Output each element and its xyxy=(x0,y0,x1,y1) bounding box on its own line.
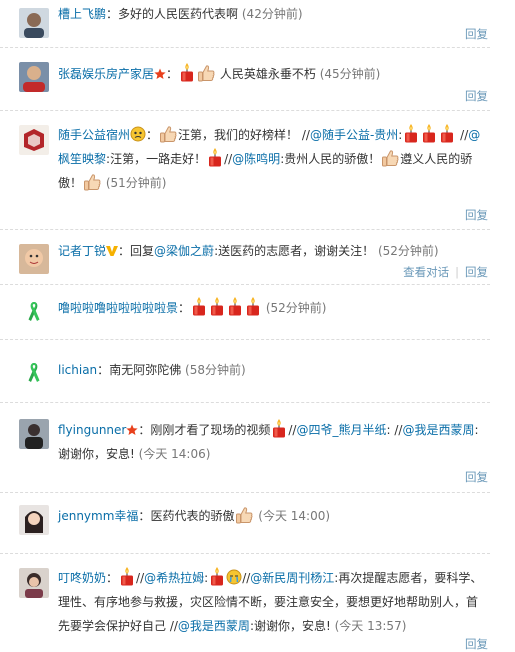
comment-text: 贵州人民的骄傲！ xyxy=(284,152,381,166)
user-avatar[interactable] xyxy=(19,568,49,598)
reply-button[interactable]: 回复 xyxy=(465,88,488,104)
comment-text: 多好的人民医药代表啊 xyxy=(118,7,239,21)
comment-item: 噜啦啦噜啦啦啦啦啦景： (52分钟前) xyxy=(0,285,490,340)
comment-time: (今天 13:57) xyxy=(334,619,407,633)
comment-text: 再次提醒志愿者，要科 xyxy=(338,571,459,585)
reply-button[interactable]: 回复 xyxy=(465,207,488,223)
star-badge-icon xyxy=(154,68,166,80)
user-avatar[interactable] xyxy=(19,125,49,155)
mention-link[interactable]: @希热拉姆 xyxy=(144,571,204,585)
thumbs-up-icon xyxy=(235,506,253,524)
comment-text: 人民英雄永垂不朽 xyxy=(219,67,316,81)
candle-icon xyxy=(207,147,223,167)
candle-icon xyxy=(119,566,135,586)
mention-link[interactable]: @随手公益-贵州 xyxy=(310,128,398,142)
username-link[interactable]: 噜啦啦噜啦啦啦啦啦景 xyxy=(58,301,178,315)
username-link[interactable]: 随手公益宿州 xyxy=(58,128,130,142)
verified-v-icon xyxy=(106,245,118,257)
comment-text: 南无阿弥陀佛 xyxy=(109,363,182,377)
comment-item: 槽上飞鹏：多好的人民医药代表啊 (42分钟前) 回复 xyxy=(0,0,490,48)
candle-icon xyxy=(271,418,287,438)
username-link[interactable]: 槽上飞鹏 xyxy=(58,7,106,21)
reply-button[interactable]: 回复 xyxy=(465,26,488,42)
user-avatar[interactable] xyxy=(19,244,49,274)
comment-text: 汪第，一路走好！ xyxy=(110,152,207,166)
thumbs-up-icon xyxy=(159,125,177,143)
green-ribbon-icon xyxy=(28,363,40,382)
crying-face-icon xyxy=(226,569,242,585)
candle-icon xyxy=(421,123,437,143)
candle-icon xyxy=(439,123,455,143)
comment-text: 谢谢你，安息! xyxy=(253,619,331,633)
crying-face-icon xyxy=(130,126,146,142)
username-link[interactable]: flyingunner xyxy=(58,423,126,437)
candle-icon xyxy=(191,296,207,316)
comment-time: (今天 14:06) xyxy=(138,447,211,461)
thumbs-up-icon xyxy=(83,173,101,191)
comment-actions: 查看对话 | 回复 xyxy=(403,265,488,279)
reply-button[interactable]: 回复 xyxy=(465,469,488,485)
comment-time: (52分钟前) xyxy=(265,301,327,315)
comment-time: (51分钟前) xyxy=(105,176,167,190)
mention-link[interactable]: @我是西蒙周 xyxy=(402,423,474,437)
candle-icon xyxy=(245,296,261,316)
comment-text: 谢谢你，安息! xyxy=(58,447,135,461)
user-avatar[interactable] xyxy=(19,505,49,535)
comment-text: 送医药的志愿者，谢谢关注！ xyxy=(218,244,375,258)
comment-time: (42分钟前) xyxy=(241,7,303,21)
comment-item: 记者丁锐 ：回复@梁伽之蔚:送医药的志愿者，谢谢关注！ (52分钟前) 查看对话 |… xyxy=(0,230,490,285)
candle-icon xyxy=(227,296,243,316)
comment-feed: 槽上飞鹏：多好的人民医药代表啊 (42分钟前) 回复 张磊娱乐房产家居： 人民英… xyxy=(0,0,515,651)
mention-link[interactable]: @四爷_熊月半纸 xyxy=(296,423,386,437)
thumbs-up-icon xyxy=(381,149,399,167)
mention-link[interactable]: @陈鸣明 xyxy=(232,152,280,166)
mention-link[interactable]: @我是西蒙周 xyxy=(178,619,250,633)
comment-item: 叮咚奶奶：//@希热拉姆://@新民周刊杨江:再次提醒志愿者，要科学、理性、有序… xyxy=(0,554,490,651)
username-link[interactable]: lichian xyxy=(58,363,97,377)
comment-time: (今天 14:00) xyxy=(258,509,331,523)
user-avatar[interactable] xyxy=(19,419,49,449)
green-ribbon-icon xyxy=(28,302,40,321)
view-conversation-link[interactable]: 查看对话 xyxy=(403,265,449,279)
mention-link[interactable]: @新民周刊杨江 xyxy=(250,571,334,585)
user-avatar[interactable] xyxy=(19,358,49,388)
comment-time: (58分钟前) xyxy=(185,363,246,377)
thumbs-up-icon xyxy=(197,64,215,82)
mention-link[interactable]: @梁伽之蔚 xyxy=(154,244,214,258)
comment-time: (45分钟前) xyxy=(319,67,381,81)
comment-item: jennymm幸福：医药代表的骄傲 (今天 14:00) xyxy=(0,493,490,554)
comment-text: 汪第，我们的好榜样！ xyxy=(178,128,299,142)
username-link[interactable]: jennymm幸福 xyxy=(58,509,138,523)
star-badge-icon xyxy=(126,424,138,436)
comment-text: 医药代表的骄傲 xyxy=(150,509,235,523)
comment-item: 随手公益宿州：汪第，我们的好榜样！ //@随手公益-贵州: //@枫笙映黎:汪第… xyxy=(0,111,490,230)
username-link[interactable]: 记者丁锐 xyxy=(58,244,106,258)
candle-icon xyxy=(209,566,225,586)
comment-time: (52分钟前) xyxy=(377,244,439,258)
reply-button[interactable]: 回复 xyxy=(465,265,488,279)
candle-icon xyxy=(403,123,419,143)
comment-item: flyingunner ：刚刚才看了现场的视频//@四爷_熊月半纸: //@我是西… xyxy=(0,403,490,493)
comment-item: 张磊娱乐房产家居： 人民英雄永垂不朽 (45分钟前) 回复 xyxy=(0,48,490,111)
comment-text: 刚刚才看了现场的视频 xyxy=(150,423,271,437)
username-link[interactable]: 张磊娱乐房产家居 xyxy=(58,67,154,81)
user-avatar[interactable] xyxy=(19,297,49,327)
user-avatar[interactable] xyxy=(19,62,49,92)
candle-icon xyxy=(209,296,225,316)
username-link[interactable]: 叮咚奶奶 xyxy=(58,571,106,585)
user-avatar[interactable] xyxy=(19,8,49,38)
comment-item: lichian：南无阿弥陀佛 (58分钟前) xyxy=(0,340,490,403)
candle-icon xyxy=(179,62,195,82)
reply-button[interactable]: 回复 xyxy=(465,636,488,652)
